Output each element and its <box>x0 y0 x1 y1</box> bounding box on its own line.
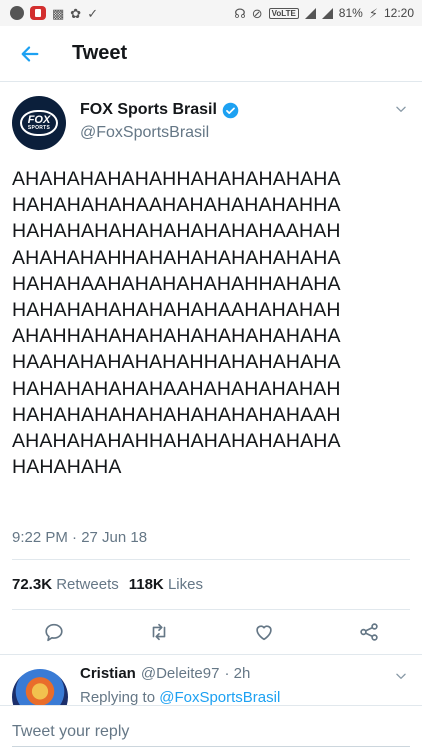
tweet-text-line: HAAHAHAHAHAHAHHAHAHAHAHA <box>12 351 341 374</box>
avatar-logo-text-2: SPORTS <box>27 125 51 131</box>
headphones-icon: ☊ <box>234 5 246 21</box>
clock: 12:20 <box>383 6 414 20</box>
battery-icon: ⚡ <box>368 5 378 21</box>
reply-author-name: Cristian <box>80 665 136 682</box>
divider <box>12 609 410 610</box>
like-icon[interactable] <box>252 620 276 644</box>
replying-to: Replying to @FoxSportsBrasil <box>80 689 280 705</box>
app-icon <box>10 6 24 20</box>
tweet-text-line: AHAHAHAHAHAHHAHAHAHAHAHA <box>12 168 341 190</box>
signal-icon <box>304 7 316 19</box>
retweets-label: Retweets <box>56 576 119 593</box>
reply-author-handle: @Deleite97 <box>140 665 220 682</box>
arrow-left-icon[interactable] <box>0 26 60 82</box>
reply-time: · 2h <box>224 665 251 682</box>
chevron-down-icon[interactable] <box>394 102 408 116</box>
app-header: Tweet <box>0 26 422 82</box>
tweet-text-line: AHAHAHAHHAHAHAHAHAHAHAHA <box>12 246 341 269</box>
volte-badge: VoLTE <box>268 7 299 19</box>
tweet-text-line: AHAHAHAHAHHAHAHAHAHAHAHA <box>12 430 341 453</box>
tweet-text-line: HAHAHAHAHAHAHAHAHAHAHAAH <box>12 403 341 426</box>
tweet-text-line: HAHAHAAHAHAHAHAHAHHAHAHA <box>12 272 341 295</box>
replying-to-prefix: Replying to <box>80 689 160 705</box>
tweet-text-line: HAHAHAHAHAHAHAHAHAHAAHAH <box>12 220 341 243</box>
divider <box>12 559 410 560</box>
signal-icon-2 <box>321 7 333 19</box>
tweet-actions <box>0 612 422 652</box>
author-handle[interactable]: @FoxSportsBrasil <box>80 124 209 142</box>
twitter-icon: ✿ <box>70 5 82 21</box>
verified-badge-icon <box>222 102 239 118</box>
tweet-stats: 72.3K Retweets 118K Likes <box>12 576 203 593</box>
status-bar-notifications: ▩ ✿ ✓ <box>10 6 98 20</box>
reply-avatar[interactable] <box>12 669 68 705</box>
author-display-name: FOX Sports Brasil <box>80 101 217 118</box>
youtube-icon <box>30 6 46 20</box>
mute-icon: ⊘ <box>251 5 263 21</box>
retweet-icon[interactable] <box>147 620 171 644</box>
status-bar-system: ☊ ⊘ VoLTE 81% ⚡ 12:20 <box>234 6 414 20</box>
fox-sports-logo: FOX SPORTS <box>20 110 58 136</box>
reply-icon[interactable] <box>42 620 66 644</box>
tweet-text-line: HAHAHAHAHAAHAHAHAHAHAHHA <box>12 194 341 217</box>
reply-header: Cristian @Deleite97 · 2h <box>80 665 250 682</box>
tweet-detail: FOX SPORTS FOX Sports Brasil @FoxSportsB… <box>0 82 422 546</box>
likes-count: 118K <box>128 576 164 593</box>
page-title: Tweet <box>72 42 128 64</box>
reply-list-item[interactable]: Cristian @Deleite97 · 2h Replying to @Fo… <box>0 655 422 705</box>
tweet-text: AHAHAHAHAHAHHAHAHAHAHAHA HAHAHAHAHAAHAHA… <box>12 166 417 480</box>
battery-percent: 81% <box>338 6 363 20</box>
tweet-timestamp: 9:22 PM · 27 Jun 18 <box>12 529 148 546</box>
reply-input[interactable] <box>12 720 410 744</box>
tweet-text-line: AHAHHAHAHAHAHAHAHAHAHAHA <box>12 325 341 348</box>
share-icon[interactable] <box>357 620 381 644</box>
retweets-count: 72.3K <box>12 576 53 593</box>
status-bar: ▩ ✿ ✓ ☊ ⊘ VoLTE 81% ⚡ 12:20 <box>0 0 422 26</box>
author-name-row[interactable]: FOX Sports Brasil <box>80 101 239 119</box>
likes-stat[interactable]: 118K Likes <box>129 576 203 593</box>
avatar[interactable]: FOX SPORTS <box>12 96 66 150</box>
check-icon: ✓ <box>87 5 99 21</box>
tweet-text-line: HAHAHAHAHAHAHAHAAHAHAHAH <box>12 299 341 322</box>
chevron-down-icon[interactable] <box>394 669 408 683</box>
retweets-stat[interactable]: 72.3K Retweets <box>12 576 119 593</box>
tweet-text-line: HAHAHAHA <box>12 456 122 479</box>
tweet-text-line: HAHAHAHAHAHAAHAHAHAHAHAH <box>12 377 341 400</box>
gallery-icon: ▩ <box>52 5 65 21</box>
replying-to-link[interactable]: @FoxSportsBrasil <box>159 689 280 705</box>
reply-composer <box>0 705 422 750</box>
reply-input-underline <box>12 746 410 747</box>
tweet-author: FOX SPORTS FOX Sports Brasil @FoxSportsB… <box>0 82 422 152</box>
likes-label: Likes <box>167 576 203 593</box>
